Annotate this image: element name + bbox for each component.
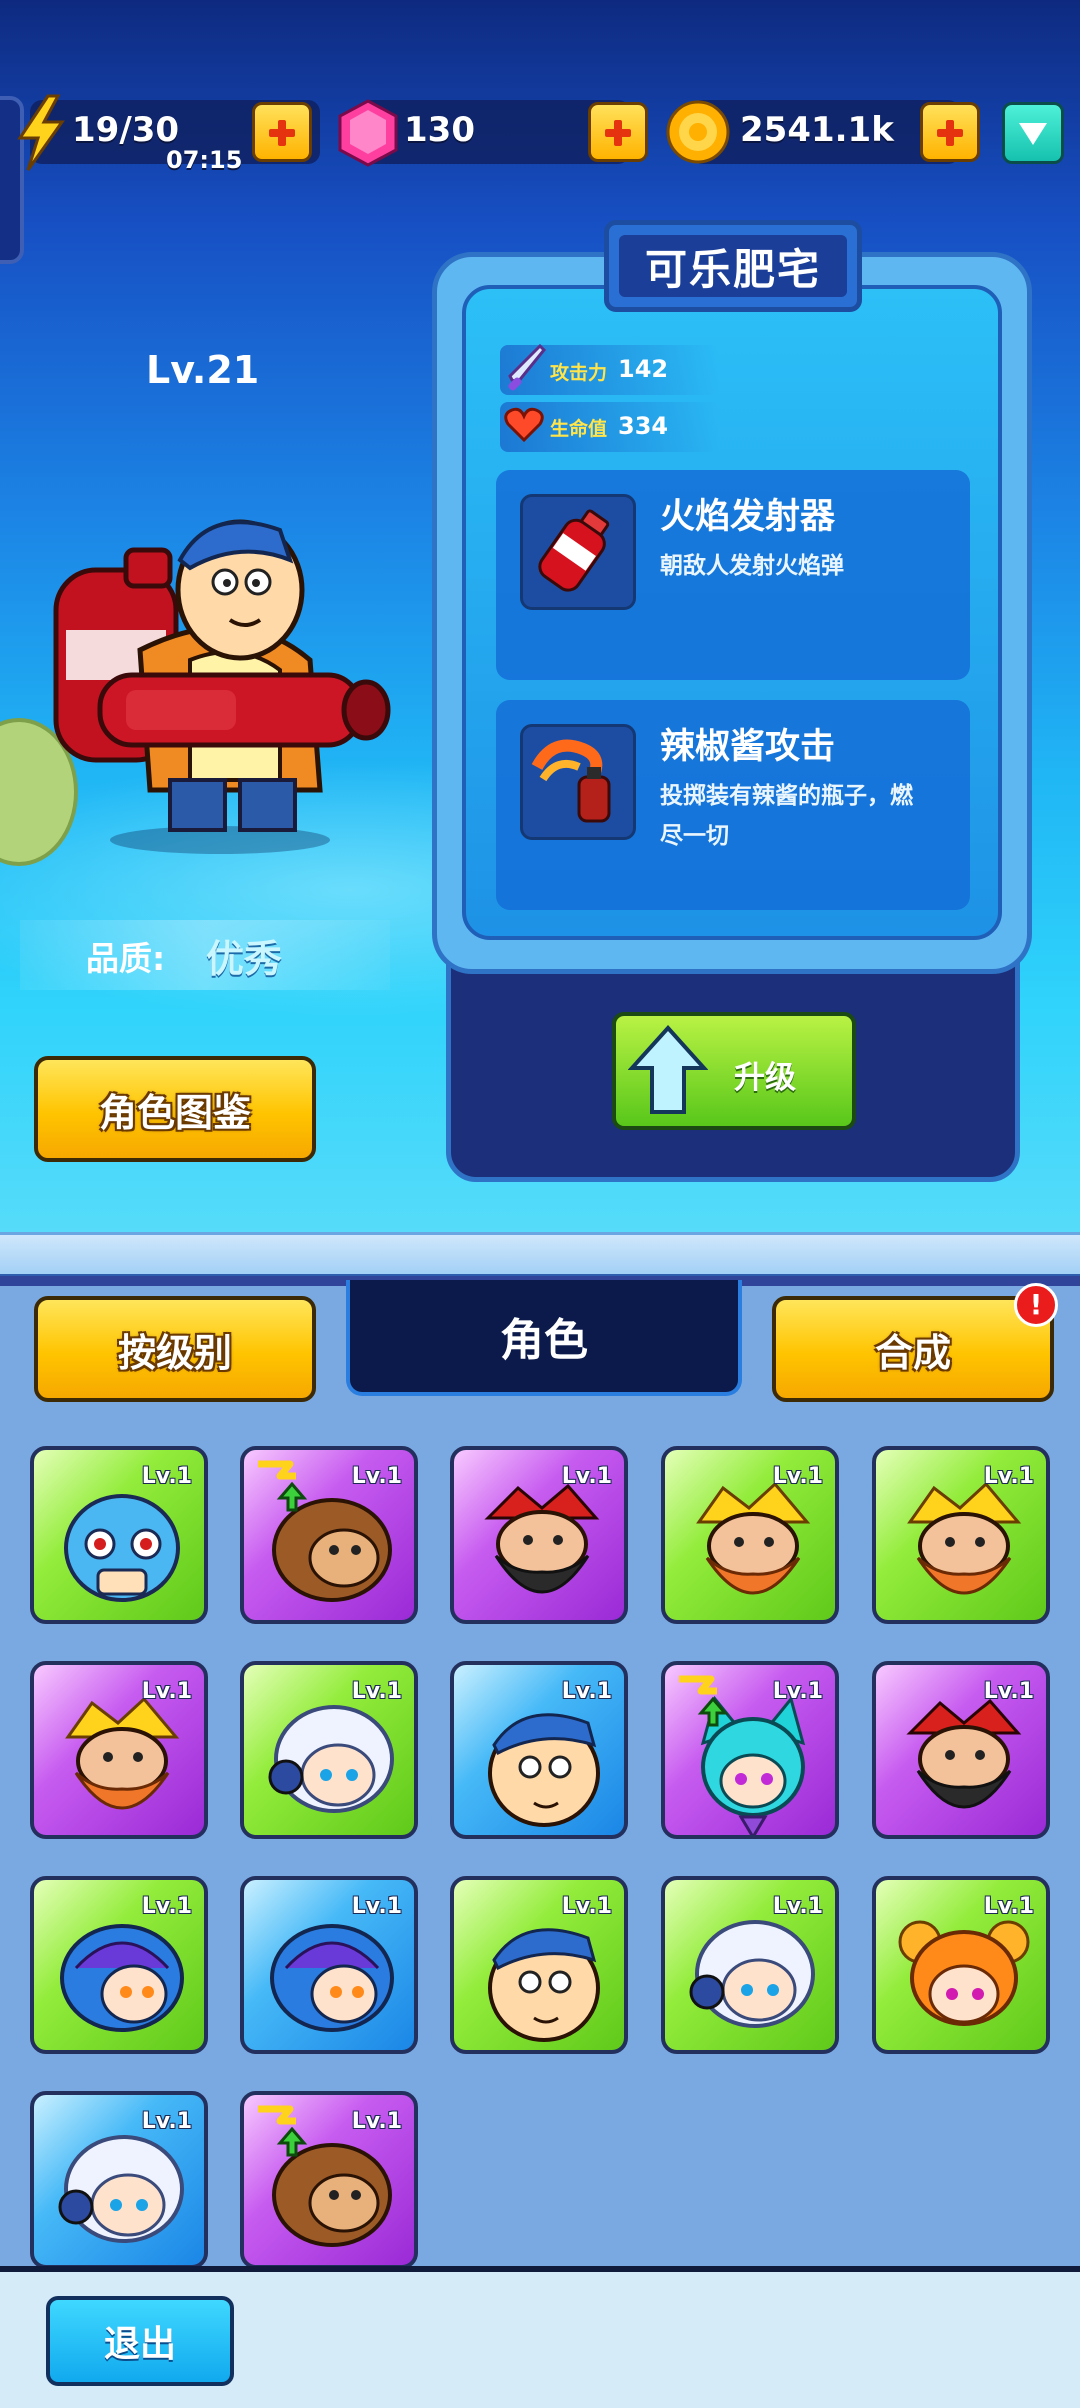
character-level: Lv.1 xyxy=(983,1894,1034,1919)
sort-by-level-button[interactable]: 按级别 xyxy=(34,1296,316,1402)
character-card[interactable]: Lv.1 xyxy=(661,1661,839,1839)
attack-value: 142 xyxy=(618,355,669,383)
lightning-icon xyxy=(14,94,68,176)
character-portrait-silver-hair xyxy=(58,2135,184,2243)
merge-alert-badge: ! xyxy=(1014,1283,1058,1327)
hero-level: Lv.21 xyxy=(146,348,260,392)
coin-icon xyxy=(664,98,732,170)
quality-label: 品质: xyxy=(86,939,166,978)
character-card[interactable]: Lv.1 xyxy=(450,1661,628,1839)
skill-2-name: 辣椒酱攻击 xyxy=(660,727,836,767)
skill-1-name: 火焰发射器 xyxy=(660,497,836,537)
character-card[interactable]: Lv.1 xyxy=(240,2091,418,2269)
energy-timer: 07:15 xyxy=(166,146,243,174)
character-level: Lv.1 xyxy=(561,1679,612,1704)
character-level: Lv.1 xyxy=(351,2109,402,2134)
hp-label: 生命值 xyxy=(550,418,608,440)
character-card[interactable]: Lv.1 xyxy=(240,1446,418,1624)
character-card[interactable]: Lv.1 xyxy=(450,1876,628,2054)
character-level: Lv.1 xyxy=(772,1464,823,1489)
hero-name: 可乐肥宅 xyxy=(619,235,847,297)
character-card[interactable]: Lv.1 xyxy=(450,1446,628,1624)
upgrade-available-icon xyxy=(258,1460,308,1512)
shop-diamond-button[interactable] xyxy=(1002,102,1064,164)
skill-2-desc-line-1: 投掷装有辣酱的瓶子，燃 xyxy=(660,783,913,809)
character-level: Lv.1 xyxy=(561,1894,612,1919)
character-level: Lv.1 xyxy=(141,2109,192,2134)
character-portrait-hooded xyxy=(60,1924,184,2032)
character-card[interactable]: Lv.1 xyxy=(30,1446,208,1624)
quality-value: 优秀 xyxy=(206,937,283,981)
character-level: Lv.1 xyxy=(351,1679,402,1704)
character-card[interactable]: Lv.1 xyxy=(872,1661,1050,1839)
character-level: Lv.1 xyxy=(772,1894,823,1919)
character-portrait-black-beard xyxy=(906,1698,1022,1809)
character-portrait-silver-hair xyxy=(268,1705,394,1813)
character-level: Lv.1 xyxy=(772,1679,823,1704)
character-codex-button[interactable]: 角色图鉴 xyxy=(34,1056,316,1162)
upgrade-button[interactable]: 升级 xyxy=(612,1012,856,1130)
upgrade-available-icon xyxy=(679,1675,729,1727)
hero-name-plate: 可乐肥宅 xyxy=(604,220,862,312)
character-level: Lv.1 xyxy=(141,1679,192,1704)
character-portrait-blue-creature xyxy=(64,1494,180,1602)
character-level: Lv.1 xyxy=(141,1464,192,1489)
character-portrait-silver-hair xyxy=(689,1920,815,2028)
character-card[interactable]: Lv.1 xyxy=(30,1661,208,1839)
character-level: Lv.1 xyxy=(983,1679,1034,1704)
character-card[interactable]: Lv.1 xyxy=(240,1661,418,1839)
chili-sauce-icon xyxy=(520,724,636,840)
add-coins-button[interactable] xyxy=(920,102,980,162)
gem-icon xyxy=(336,98,400,172)
character-card[interactable]: Lv.1 xyxy=(872,1876,1050,2054)
diamond-icon xyxy=(1019,123,1047,145)
upgrade-label: 升级 xyxy=(734,1060,796,1096)
panel-divider xyxy=(0,1232,1080,1278)
character-level: Lv.1 xyxy=(141,1894,192,1919)
heart-icon xyxy=(504,406,544,446)
character-card[interactable]: Lv.1 xyxy=(872,1446,1050,1624)
tab-characters[interactable]: 角色 xyxy=(346,1280,742,1396)
character-level: Lv.1 xyxy=(561,1464,612,1489)
exit-label: 退出 xyxy=(103,2324,176,2365)
quality-strip xyxy=(20,920,390,990)
character-card[interactable]: Lv.1 xyxy=(240,1876,418,2054)
energy-count: 19/30 xyxy=(72,110,180,150)
character-portrait-orange-beard xyxy=(696,1481,811,1595)
skill-2-desc-line-2: 尽一切 xyxy=(660,823,729,849)
upgrade-available-icon xyxy=(258,2105,308,2157)
merge-label: 合成 xyxy=(874,1330,951,1375)
sword-icon xyxy=(506,343,547,396)
character-level: Lv.1 xyxy=(351,1894,402,1919)
character-codex-label: 角色图鉴 xyxy=(98,1090,251,1135)
character-card[interactable]: Lv.1 xyxy=(661,1876,839,2054)
character-card[interactable]: Lv.1 xyxy=(30,2091,208,2269)
hero-character-art xyxy=(53,519,391,854)
cola-bottle-icon xyxy=(520,494,636,610)
character-portrait-fat-guy xyxy=(488,1928,600,2042)
character-level: Lv.1 xyxy=(351,1464,402,1489)
merge-button[interactable]: 合成 xyxy=(772,1296,1054,1402)
character-card[interactable]: Lv.1 xyxy=(30,1876,208,2054)
hp-value: 334 xyxy=(618,412,669,440)
character-portrait-black-beard xyxy=(484,1483,600,1594)
up-arrow-icon xyxy=(628,1025,708,1114)
character-portrait-fat-guy xyxy=(488,1713,600,1827)
character-portrait-hooded xyxy=(270,1924,394,2032)
add-energy-button[interactable] xyxy=(252,102,312,162)
add-gems-button[interactable] xyxy=(588,102,648,162)
character-level: Lv.1 xyxy=(983,1464,1034,1489)
character-portrait-orange-beard xyxy=(65,1696,180,1810)
attack-label: 攻击力 xyxy=(550,362,608,384)
exit-button[interactable]: 退出 xyxy=(46,2296,234,2386)
character-card[interactable]: Lv.1 xyxy=(661,1446,839,1624)
sort-by-level-label: 按级别 xyxy=(117,1330,232,1375)
character-portrait-bun-girl xyxy=(898,1920,1030,2026)
coin-count: 2541.1k xyxy=(740,110,894,150)
tab-characters-label: 角色 xyxy=(500,1315,588,1366)
skill-1-desc: 朝敌人发射火焰弹 xyxy=(660,553,844,579)
gem-count: 130 xyxy=(404,110,475,150)
character-portrait-orange-beard xyxy=(907,1481,1022,1595)
